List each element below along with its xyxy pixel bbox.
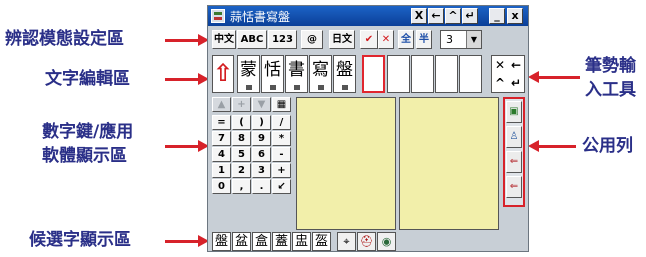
erase-icon[interactable]: ⇐ — [506, 176, 522, 198]
common-column: ▣ ♙ ⇐ ⇐ — [503, 97, 525, 207]
up-arrow-icon[interactable]: ⇧ — [212, 55, 234, 93]
arrow-common-column — [528, 140, 576, 152]
edit-char-cell[interactable]: 盤 — [333, 55, 356, 93]
edit-char: 寫 — [312, 60, 329, 80]
callout-candidates: 候選字顯示區 — [29, 230, 131, 250]
edit-empty-cell[interactable] — [459, 55, 482, 93]
keypad-key[interactable]: * — [272, 131, 291, 146]
keypad-key[interactable]: , — [232, 179, 251, 194]
arrow-text-editing — [165, 73, 209, 85]
mode-123-button[interactable]: 123 — [268, 30, 297, 49]
keypad-key[interactable]: 2 — [232, 163, 251, 178]
keypad-key[interactable]: 6 — [252, 147, 271, 162]
keypad-key[interactable]: ) — [252, 115, 271, 130]
keypad-calculator-icon[interactable]: ▦ — [272, 97, 291, 112]
keypad-key[interactable]: / — [272, 115, 291, 130]
candidate-char[interactable]: 蓋 — [272, 232, 291, 251]
mode-abc-button[interactable]: ABC — [237, 30, 267, 49]
edit-char-cell[interactable]: 書 — [285, 55, 308, 93]
chevron-down-icon[interactable]: ▼ — [466, 31, 481, 48]
callout-common-column: 公用列 — [582, 136, 633, 156]
callout-stroke-input-2: 入工具 — [585, 80, 636, 100]
keypad-plus-key[interactable]: + — [232, 97, 251, 112]
numeric-keypad: ▲ + ▼ ▦ = ( ) / 7 8 9 * 4 5 6 - 1 2 3 + … — [212, 97, 294, 230]
keypad-key[interactable]: - — [272, 147, 291, 162]
title-bar[interactable]: 蒜恬書寫盤 X ← ^ ↵ _ x — [208, 6, 528, 26]
keypad-key[interactable]: 4 — [212, 147, 231, 162]
keypad-key[interactable]: = — [212, 115, 231, 130]
title-close-edit-button[interactable]: X — [411, 8, 427, 24]
writing-pad-left[interactable] — [296, 97, 396, 230]
globe-icon[interactable]: ◉ — [377, 232, 396, 251]
candidate-count-value: 3 — [446, 33, 453, 46]
minimize-button[interactable]: _ — [489, 8, 505, 24]
pen-icon[interactable]: ⌖ — [337, 232, 356, 251]
edit-char-cell[interactable]: 寫 — [309, 55, 332, 93]
edit-empty-cell[interactable] — [411, 55, 434, 93]
keypad-resize-icon[interactable]: ↙ — [272, 179, 291, 194]
callout-stroke-input-1: 筆勢輸 — [585, 56, 636, 76]
title-up-button[interactable]: ^ — [445, 8, 461, 24]
keypad-down-key[interactable]: ▼ — [252, 97, 271, 112]
keypad-up-key[interactable]: ▲ — [212, 97, 231, 112]
candidate-char[interactable]: 盅 — [292, 232, 311, 251]
edit-empty-cell[interactable] — [435, 55, 458, 93]
close-button[interactable]: x — [507, 8, 523, 24]
panel-icon[interactable]: ▣ — [506, 101, 522, 123]
arrow-numeric-keys — [165, 140, 209, 152]
edit-char-cell[interactable]: 恬 — [261, 55, 284, 93]
back-icon[interactable]: ⇐ — [506, 151, 522, 173]
mode-chinese-button[interactable]: 中文 — [212, 30, 236, 49]
enter-button[interactable]: ↵ — [508, 74, 524, 92]
keypad-key[interactable]: . — [252, 179, 271, 194]
title-enter-button[interactable]: ↵ — [462, 8, 478, 24]
mode-japanese-button[interactable]: 日文 — [329, 30, 355, 49]
app-icon — [211, 9, 225, 23]
window-title: 蒜恬書寫盤 — [230, 10, 291, 24]
keypad-key[interactable]: 5 — [232, 147, 251, 162]
candidate-char[interactable]: 盤 — [212, 232, 231, 251]
mode-symbol-button[interactable]: @ — [301, 30, 323, 49]
keypad-key[interactable]: + — [272, 163, 291, 178]
edit-char: 恬 — [264, 60, 281, 80]
edit-char: 蒙 — [240, 60, 257, 80]
keypad-key[interactable]: ( — [232, 115, 251, 130]
keypad-key[interactable]: 7 — [212, 131, 231, 146]
candidate-char[interactable]: 盆 — [232, 232, 251, 251]
edit-char: 盤 — [336, 60, 353, 80]
user-icon[interactable]: ♙ — [506, 126, 522, 148]
edit-empty-cell[interactable] — [387, 55, 410, 93]
keypad-key[interactable]: 8 — [232, 131, 251, 146]
callout-numeric-keys: 數字鍵/應用 — [42, 122, 134, 142]
title-left-button[interactable]: ← — [428, 8, 444, 24]
arrow-mode-settings — [165, 34, 209, 46]
keypad-key[interactable]: 1 — [212, 163, 231, 178]
backspace-button[interactable]: ← — [508, 56, 524, 74]
stroke-input-tools: ✕ ← ^ ↵ — [491, 55, 525, 93]
cross-button[interactable]: ✕ — [378, 30, 394, 49]
check-button[interactable]: ✔ — [360, 30, 378, 49]
arrow-candidates — [165, 235, 209, 247]
keypad-key[interactable]: 0 — [212, 179, 231, 194]
callout-numeric-keys-2: 軟體顯示區 — [42, 146, 127, 166]
full-width-button[interactable]: 全 — [398, 30, 414, 49]
callout-text-editing: 文字編輯區 — [45, 69, 130, 89]
delete-button[interactable]: ✕ — [492, 56, 508, 74]
edit-char-cell[interactable]: 蒙 — [237, 55, 260, 93]
handwriting-pad-window: 蒜恬書寫盤 X ← ^ ↵ _ x 中文 ABC 123 @ 日文 ✔ ✕ 全 … — [207, 5, 529, 252]
caret-up-button[interactable]: ^ — [492, 74, 508, 92]
edit-cursor-cell[interactable] — [362, 55, 385, 93]
candidate-char[interactable]: 盔 — [312, 232, 331, 251]
candidate-count-select[interactable]: 3 ▼ — [440, 30, 482, 49]
keypad-key[interactable]: 3 — [252, 163, 271, 178]
edit-char: 書 — [288, 60, 305, 80]
half-width-button[interactable]: 半 — [416, 30, 432, 49]
callout-mode-settings: 辨認模態設定區 — [5, 29, 124, 49]
candidate-char[interactable]: 盒 — [252, 232, 271, 251]
keypad-key[interactable]: 9 — [252, 131, 271, 146]
writing-pad-right[interactable] — [399, 97, 499, 230]
helmet-icon[interactable]: ⛑ — [357, 232, 376, 251]
arrow-stroke-input — [528, 71, 580, 83]
